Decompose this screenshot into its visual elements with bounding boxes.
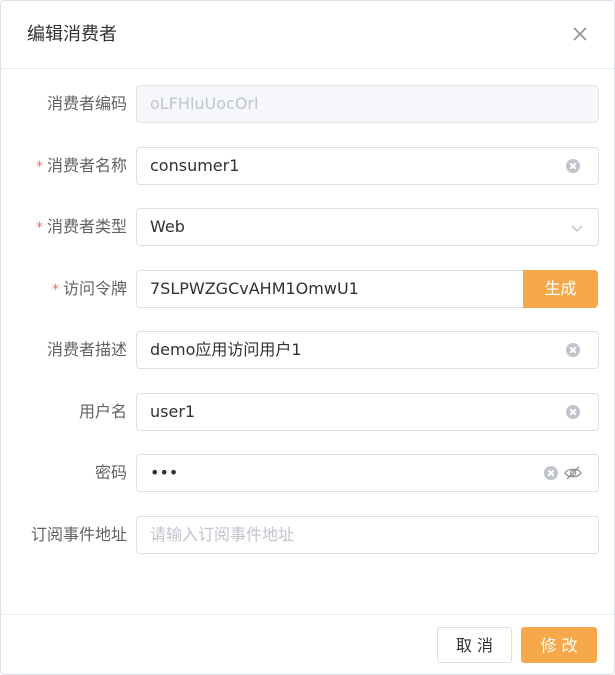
dialog-footer: 取 消 修 改	[1, 614, 614, 675]
consumer-type-select[interactable]: Web	[136, 208, 599, 246]
consumer-type-value: Web	[150, 217, 185, 236]
clear-icon[interactable]	[566, 159, 580, 173]
form-row-consumer-code: 消费者编码 oLFHluUocOrl	[1, 85, 614, 123]
access-token-label: * 访问令牌	[51, 279, 127, 298]
subscribe-url-label: 订阅事件地址	[30, 525, 127, 544]
form-row-subscribe-url: 订阅事件地址 请输入订阅事件地址	[1, 516, 614, 554]
description-value: demo应用访问用户1	[150, 340, 302, 359]
username-input[interactable]: user1	[136, 393, 599, 431]
edit-consumer-dialog: 编辑消费者 消费者编码 oLFHluUocOrl * 消费者名称 consumer…	[0, 0, 615, 675]
required-mark: *	[51, 282, 59, 298]
form-row-consumer-type: * 消费者类型 Web	[1, 208, 614, 246]
username-label: 用户名	[78, 402, 127, 421]
submit-button[interactable]: 修 改	[521, 627, 597, 663]
chevron-down-icon[interactable]	[570, 220, 584, 234]
required-mark: *	[35, 159, 43, 175]
cancel-button[interactable]: 取 消	[437, 627, 512, 663]
consumer-name-input[interactable]: consumer1	[136, 147, 599, 185]
subscribe-url-placeholder: 请输入订阅事件地址	[150, 525, 295, 544]
description-input[interactable]: demo应用访问用户1	[136, 331, 599, 369]
close-icon[interactable]	[569, 23, 591, 45]
clear-icon[interactable]	[544, 466, 558, 480]
form-row-consumer-name: * 消费者名称 consumer1	[1, 147, 614, 185]
username-value: user1	[150, 402, 196, 421]
description-label: 消费者描述	[46, 340, 127, 359]
form-row-description: 消费者描述 demo应用访问用户1	[1, 331, 614, 369]
password-input[interactable]: •••	[136, 454, 599, 492]
form-row-password: 密码 •••	[1, 454, 614, 492]
consumer-name-value: consumer1	[150, 156, 240, 175]
password-label: 密码	[94, 463, 127, 482]
clear-icon[interactable]	[566, 405, 580, 419]
clear-icon[interactable]	[566, 343, 580, 357]
consumer-type-label: * 消费者类型	[35, 217, 127, 236]
form-row-access-token: * 访问令牌 7SLPWZGCvAHM1OmwU1 生成	[1, 270, 614, 308]
consumer-name-label: * 消费者名称	[35, 156, 127, 175]
consumer-code-label: 消费者编码	[46, 94, 127, 113]
required-mark: *	[35, 220, 43, 236]
generate-token-button[interactable]: 生成	[523, 270, 598, 308]
eye-slash-icon[interactable]	[564, 465, 582, 481]
access-token-input[interactable]: 7SLPWZGCvAHM1OmwU1	[136, 270, 524, 308]
dialog-header: 编辑消费者	[1, 1, 614, 69]
subscribe-url-input[interactable]: 请输入订阅事件地址	[136, 516, 599, 554]
consumer-code-input: oLFHluUocOrl	[136, 85, 599, 123]
dialog-title: 编辑消费者	[27, 24, 117, 45]
password-value: •••	[150, 463, 179, 482]
form-row-username: 用户名 user1	[1, 393, 614, 431]
access-token-value: 7SLPWZGCvAHM1OmwU1	[150, 279, 359, 298]
consumer-code-value: oLFHluUocOrl	[150, 94, 259, 113]
